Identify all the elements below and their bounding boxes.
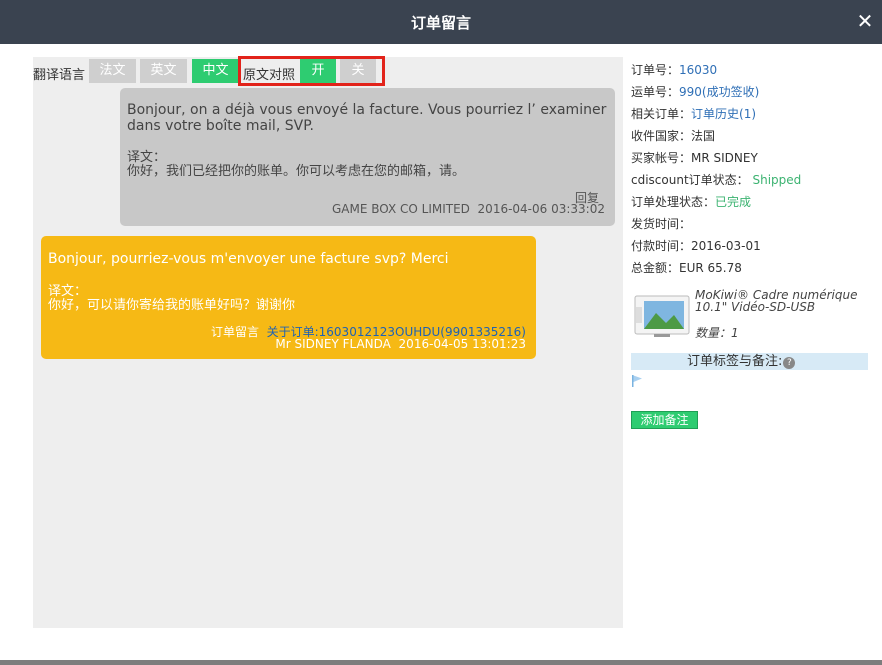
related-order-label: 相关订单： [631, 107, 692, 121]
message-original-text: Bonjour, on a déjà vous envoyé la factur… [127, 102, 607, 134]
product-qty-label: 数量： [695, 326, 732, 340]
message-translation-text: 你好，可以请你寄给我的账单好吗？谢谢你 [48, 298, 296, 313]
process-status-row: 订单处理状态：已完成 [631, 194, 871, 216]
message-sender: GAME BOX CO LIMITED [332, 202, 470, 216]
message-bubble-seller: Bonjour, on a déjà vous envoyé la factur… [120, 88, 615, 226]
order-no-label: 订单号： [631, 63, 680, 77]
product-thumbnail[interactable] [634, 295, 690, 337]
order-tags-header: 订单标签与备注:? [631, 353, 868, 370]
tracking-label: 运单号： [631, 85, 680, 99]
dialog-title: 订单留言 [410, 14, 471, 32]
message-sender: Mr SIDNEY FLANDA [275, 337, 391, 351]
flag-icon[interactable] [631, 374, 643, 388]
pay-time-value: 2016-03-01 [691, 239, 761, 253]
product-qty: 数量：1 [695, 324, 739, 341]
buyer-value: MR SIDNEY [691, 151, 758, 165]
total-value: EUR 65.78 [679, 261, 742, 275]
dialog-titlebar: 订单留言 ✕ [0, 0, 882, 44]
process-status-value: 已完成 [715, 195, 752, 209]
ship-time-label: 发货时间： [631, 217, 692, 231]
tracking-no: 990 [679, 85, 702, 99]
process-status-label: 订单处理状态： [631, 195, 716, 209]
message-time: 2016-04-05 13:01:23 [398, 337, 526, 351]
ship-time-row: 发货时间： [631, 216, 871, 238]
buyer-label: 买家帐号： [631, 151, 692, 165]
order-history-link[interactable]: 订单历史(1) [691, 107, 756, 121]
message-meta: Mr SIDNEY FLANDA 2016-04-05 13:01:23 [275, 337, 526, 351]
total-row: 总金额：EUR 65.78 [631, 260, 871, 282]
platform-status-value: Shipped [752, 173, 802, 187]
highlight-box [238, 56, 385, 86]
buyer-row: 买家帐号：MR SIDNEY [631, 150, 871, 172]
message-translation-text: 你好，我们已经把你的账单。你可以考虑在您的邮箱，请。 [127, 164, 466, 179]
pay-time-label: 付款时间： [631, 239, 692, 253]
country-value: 法国 [691, 129, 716, 143]
country-label: 收件国家： [631, 129, 692, 143]
message-type-label: 订单留言 [210, 325, 259, 339]
platform-status-row: cdiscount订单状态： Shipped [631, 172, 871, 194]
translate-language-label: 翻译语言 [33, 68, 86, 83]
help-icon[interactable]: ? [783, 357, 796, 369]
message-time: 2016-04-06 03:33:02 [477, 202, 605, 216]
product-item: MoKiwi® Cadre numérique 10.1" Vidéo-SD-U… [633, 289, 871, 341]
add-note-button[interactable]: 添加备注 [631, 411, 698, 429]
tracking-link[interactable]: 990(成功签收) [679, 85, 759, 99]
close-icon[interactable]: ✕ [856, 10, 874, 32]
platform-status-label: cdiscount订单状态： [631, 173, 749, 187]
lang-chinese-button[interactable]: 中文 [192, 59, 239, 83]
message-meta: GAME BOX CO LIMITED 2016-04-06 03:33:02 [332, 202, 605, 216]
product-name: MoKiwi® Cadre numérique 10.1" Vidéo-SD-U… [695, 288, 858, 314]
related-order-row: 相关订单：订单历史(1) [631, 106, 871, 128]
tracking-status: (成功签收) [701, 85, 760, 99]
message-bubble-buyer: Bonjour, pourriez-vous m'envoyer une fac… [41, 236, 536, 359]
bottom-border [0, 660, 882, 665]
order-info-panel: 订单号：16030 运单号：990(成功签收) 相关订单：订单历史(1) 收件国… [631, 62, 871, 282]
order-tags-title: 订单标签与备注: [687, 354, 783, 369]
total-label: 总金额： [631, 261, 680, 275]
message-original-text: Bonjour, pourriez-vous m'envoyer une fac… [48, 251, 449, 267]
tracking-row: 运单号：990(成功签收) [631, 84, 871, 106]
lang-english-button[interactable]: 英文 [140, 59, 187, 83]
pay-time-row: 付款时间：2016-03-01 [631, 238, 871, 260]
lang-french-button[interactable]: 法文 [89, 59, 136, 83]
country-row: 收件国家：法国 [631, 128, 871, 150]
order-no-link[interactable]: 16030 [679, 63, 717, 77]
product-qty-value: 1 [731, 326, 739, 340]
order-no-row: 订单号：16030 [631, 62, 871, 84]
